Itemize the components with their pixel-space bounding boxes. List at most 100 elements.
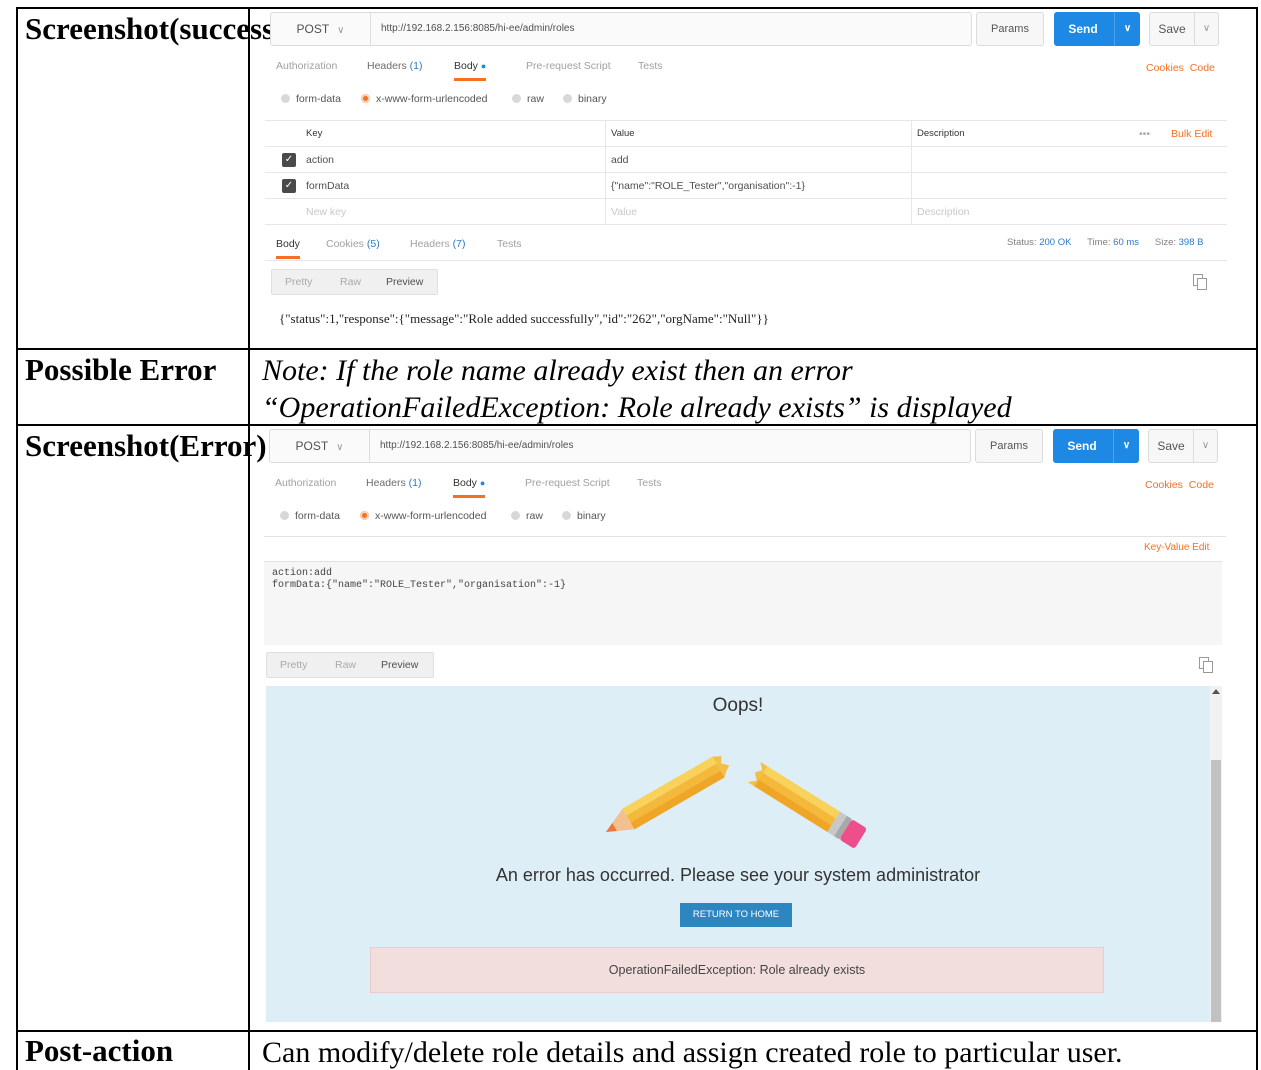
new-key-input[interactable]: New key <box>306 199 346 225</box>
method-select[interactable]: POST ∨ <box>270 430 370 462</box>
preview-button[interactable]: Preview <box>386 270 423 294</box>
tab-headers-label: Headers <box>366 477 406 489</box>
bulk-edit-link[interactable]: Bulk Edit <box>1171 121 1212 147</box>
status-value: 200 OK <box>1039 237 1072 248</box>
column-divider <box>911 173 912 199</box>
save-button[interactable]: Save ∨ <box>1149 12 1219 46</box>
scroll-thumb[interactable] <box>1211 760 1221 1022</box>
send-button[interactable]: Send ∨ <box>1054 12 1140 46</box>
tab-response-headers[interactable]: Headers (7) <box>410 238 465 250</box>
preview-button[interactable]: Preview <box>381 653 418 677</box>
error-note-line1: Note: If the role name already exist the… <box>262 354 853 387</box>
cookies-link[interactable]: Cookies <box>1146 62 1184 74</box>
table-row-divider <box>16 348 1258 350</box>
method-select[interactable]: POST ∨ <box>271 13 371 45</box>
url-input[interactable]: http://192.168.2.156:8085/hi-ee/admin/ro… <box>380 430 573 462</box>
dot-icon: ● <box>479 478 486 488</box>
column-divider <box>911 121 912 147</box>
scrollbar[interactable] <box>1210 686 1222 1022</box>
radio-off-icon <box>562 511 571 520</box>
tab-tests[interactable]: Tests <box>638 60 663 72</box>
cookies-link[interactable]: Cookies <box>1145 479 1183 491</box>
param-value[interactable]: {"name":"ROLE_Tester","organisation":-1} <box>611 173 805 199</box>
new-description-input[interactable]: Description <box>917 199 970 225</box>
radio-raw[interactable]: raw <box>512 93 544 105</box>
param-key[interactable]: formData <box>306 173 349 199</box>
tab-response-tests[interactable]: Tests <box>497 238 522 250</box>
table-row: ✓ formData {"name":"ROLE_Tester","organi… <box>265 173 1227 199</box>
tab-response-cookies[interactable]: Cookies (5) <box>326 238 380 250</box>
radio-on-icon <box>361 94 370 103</box>
radio-label: binary <box>578 93 607 105</box>
tab-prerequest-script[interactable]: Pre-request Script <box>525 477 610 489</box>
radio-on-icon <box>360 511 369 520</box>
size-value: 398 B <box>1178 237 1204 248</box>
radio-form-data[interactable]: form-data <box>280 510 340 522</box>
chevron-down-icon[interactable]: ∨ <box>1194 13 1218 45</box>
error-note-line2: “OperationFailedException: Role already … <box>262 391 1012 424</box>
params-button[interactable]: Params <box>975 429 1043 463</box>
tab-body[interactable]: Body ● <box>453 477 486 498</box>
send-label: Send <box>1068 22 1098 36</box>
exception-alert: OperationFailedException: Role already e… <box>370 947 1104 993</box>
tab-headers[interactable]: Headers (1) <box>367 60 422 72</box>
checkbox-checked-icon[interactable]: ✓ <box>282 153 296 167</box>
tab-headers-count: (1) <box>409 60 423 72</box>
radio-off-icon <box>511 511 520 520</box>
tab-headers[interactable]: Headers (1) <box>366 477 421 489</box>
radio-raw[interactable]: raw <box>511 510 543 522</box>
scroll-up-icon[interactable] <box>1212 689 1220 694</box>
row-label-post-action: Post-action <box>25 1033 174 1068</box>
table-row: ✓ action add <box>265 147 1227 173</box>
chevron-down-icon[interactable]: ∨ <box>1114 12 1140 46</box>
tab-body[interactable]: Body ● <box>454 60 487 81</box>
response-status: Status: 200 OK Time: 60 ms Size: 398 B <box>1007 237 1203 248</box>
radio-urlencoded[interactable]: x-www-form-urlencoded <box>360 510 486 522</box>
raw-body-editor[interactable]: action:add formData:{"name":"ROLE_Tester… <box>264 561 1222 645</box>
return-to-home-button[interactable]: RETURN TO HOME <box>680 903 792 927</box>
key-value-edit-link[interactable]: Key-Value Edit <box>1144 542 1209 553</box>
raw-button[interactable]: Raw <box>340 270 361 294</box>
url-input[interactable]: http://192.168.2.156:8085/hi-ee/admin/ro… <box>381 13 574 45</box>
code-link[interactable]: Code <box>1190 62 1215 74</box>
tab-prerequest-script[interactable]: Pre-request Script <box>526 60 611 72</box>
more-options-icon[interactable]: ••• <box>1139 121 1150 147</box>
radio-binary[interactable]: binary <box>562 510 606 522</box>
preview-panel: Oops! An error has occurred. Please see … <box>266 686 1222 1022</box>
tab-authorization[interactable]: Authorization <box>275 477 336 489</box>
save-button[interactable]: Save ∨ <box>1148 429 1218 463</box>
raw-button[interactable]: Raw <box>335 653 356 677</box>
column-header-value: Value <box>611 128 635 139</box>
radio-form-data[interactable]: form-data <box>281 93 341 105</box>
checkbox-checked-icon[interactable]: ✓ <box>282 179 296 193</box>
copy-icon[interactable] <box>1199 657 1213 673</box>
param-value[interactable]: add <box>611 147 629 173</box>
column-divider <box>605 121 606 147</box>
row-label-possible-error: Possible Error <box>25 352 217 387</box>
response-tabs: Body Cookies (5) Headers (7) Tests <box>276 238 776 262</box>
table-header-row: Key Value Description ••• Bulk Edit <box>265 121 1227 147</box>
tab-response-body[interactable]: Body <box>276 238 300 259</box>
copy-icon[interactable] <box>1193 274 1207 290</box>
raw-body-line: action:add <box>272 568 333 579</box>
params-button[interactable]: Params <box>976 12 1044 46</box>
tab-authorization[interactable]: Authorization <box>276 60 337 72</box>
column-divider <box>605 173 606 199</box>
code-link[interactable]: Code <box>1189 479 1214 491</box>
new-value-input[interactable]: Value <box>611 199 637 225</box>
pretty-button[interactable]: Pretty <box>280 653 307 677</box>
radio-label: raw <box>527 93 544 105</box>
param-key[interactable]: action <box>306 147 334 173</box>
table-border-top <box>16 7 1258 9</box>
send-button[interactable]: Send ∨ <box>1053 429 1139 463</box>
radio-urlencoded[interactable]: x-www-form-urlencoded <box>361 93 487 105</box>
chevron-down-icon[interactable]: ∨ <box>1113 429 1139 463</box>
tab-headers-count: (7) <box>452 238 466 250</box>
error-screenshot: POST ∨ http://192.168.2.156:8085/hi-ee/ad… <box>264 427 1226 1023</box>
chevron-down-icon[interactable]: ∨ <box>1193 430 1217 462</box>
tab-tests[interactable]: Tests <box>637 477 662 489</box>
pretty-button[interactable]: Pretty <box>285 270 312 294</box>
request-url-bar: POST ∨ http://192.168.2.156:8085/hi-ee/ad… <box>269 429 971 463</box>
radio-binary[interactable]: binary <box>563 93 607 105</box>
tab-body-label: Body <box>454 60 478 72</box>
